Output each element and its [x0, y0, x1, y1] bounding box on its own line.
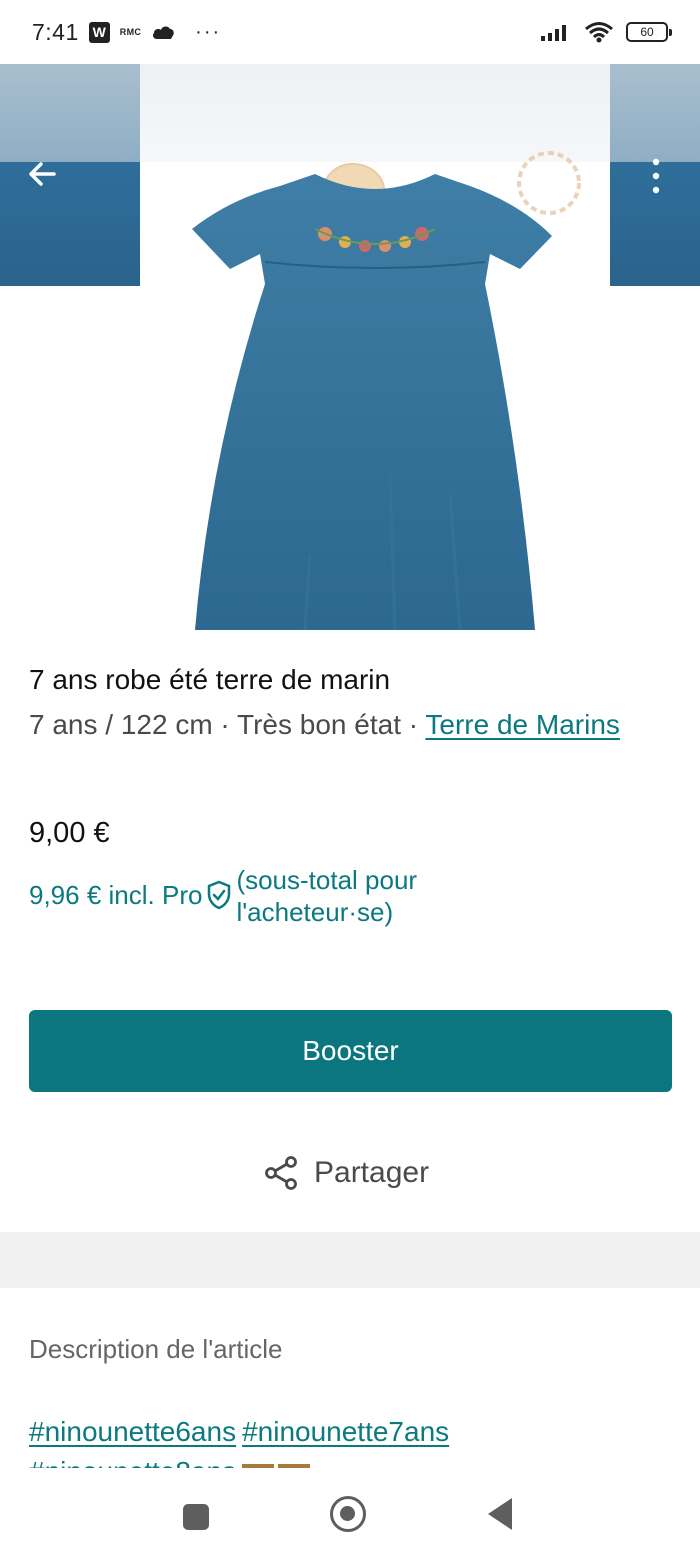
buyer-subtotal-note: (sous-total pour l'acheteur·se) — [236, 865, 418, 927]
hashtag-link[interactable]: #ninounette8ans — [29, 1456, 236, 1468]
share-icon — [265, 1156, 297, 1190]
wifi-icon — [585, 22, 613, 43]
shield-check-icon[interactable] — [206, 880, 232, 910]
cloud-icon — [153, 26, 174, 39]
signal-icon — [541, 25, 566, 41]
buyer-protection-price[interactable]: 9,96 € incl. Pro (sous-total pour l'ache… — [29, 864, 466, 928]
share-label: Partager — [314, 1156, 430, 1189]
thumbnail-shade — [0, 64, 140, 162]
detail-separator: · — [401, 709, 426, 740]
package-icon — [242, 1463, 275, 1468]
package-icon — [278, 1463, 311, 1468]
item-condition: Très bon état — [237, 709, 401, 740]
battery-icon: 60 — [626, 22, 672, 42]
status-bar: 7:41 W RMC ··· 60 — [0, 0, 700, 64]
item-details: 7 ans / 122 cm · Très bon état · Terre d… — [29, 706, 669, 744]
hashtag-link[interactable]: #ninounette7ans — [242, 1416, 449, 1447]
description-hashtags: #ninounette6ans#ninounette7ans #ninounet… — [29, 1412, 679, 1468]
rmc-notification-icon: RMC — [119, 27, 142, 37]
hashtag-link[interactable]: #ninounette6ans — [29, 1416, 236, 1447]
price-with-protection: 9,96 € incl. Pro — [29, 880, 203, 910]
brand-link[interactable]: Terre de Marins — [425, 709, 620, 740]
app-notification-icon: W — [88, 21, 110, 43]
product-photo-dress — [192, 174, 552, 631]
status-left: 7:41 W RMC ··· — [32, 19, 221, 46]
product-image-gallery[interactable] — [0, 64, 700, 642]
detail-separator: · — [212, 709, 238, 740]
gallery-thumbnail-previous[interactable] — [0, 64, 140, 286]
section-divider — [0, 1232, 700, 1288]
status-right: 60 — [540, 21, 672, 43]
description-heading: Description de l'article — [29, 1334, 283, 1364]
item-price: 9,00 € — [29, 817, 110, 849]
back-triangle-icon[interactable] — [488, 1498, 512, 1530]
back-arrow-icon[interactable] — [24, 156, 60, 192]
item-title: 7 ans robe été terre de marin — [29, 664, 391, 695]
thumbnail-shade — [610, 64, 700, 162]
brand-watermark — [517, 151, 581, 215]
recent-apps-icon[interactable] — [183, 1504, 209, 1530]
status-more-dots: ··· — [195, 20, 222, 43]
status-time: 7:41 — [32, 18, 79, 45]
more-vertical-icon[interactable] — [646, 156, 666, 196]
system-navigation-bar — [0, 1470, 700, 1556]
home-icon[interactable] — [330, 1496, 366, 1532]
share-button[interactable]: Partager — [262, 1154, 429, 1192]
boost-button[interactable]: Booster — [29, 1010, 672, 1092]
item-size: 7 ans / 122 cm — [29, 709, 213, 740]
